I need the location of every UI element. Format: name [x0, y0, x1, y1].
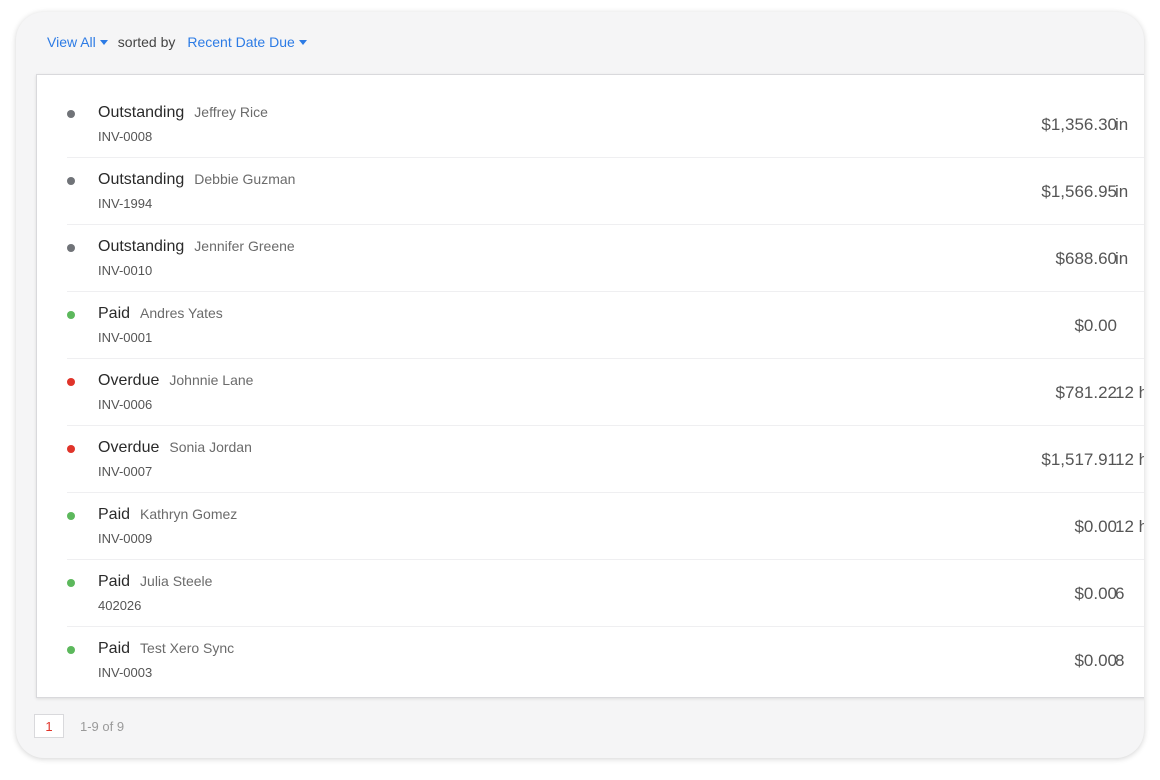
invoice-status: Overdue Sonia Jordan [98, 439, 252, 457]
invoice-due: 6 [1115, 584, 1125, 603]
status-dot-icon [67, 244, 75, 252]
status-dot-icon [67, 378, 75, 386]
invoice-status-label: Overdue [98, 372, 160, 389]
invoice-amount: $688.60 [1055, 249, 1117, 268]
invoice-number: INV-0008 [98, 129, 153, 144]
invoice-row[interactable]: Outstanding Jennifer Greene INV-0010 $688.6… [67, 225, 1144, 292]
invoice-amount: $1,356.30 [1041, 115, 1117, 134]
invoice-amount: $0.00 [1074, 517, 1117, 536]
pagination-range: 1-9 of 9 [80, 718, 125, 734]
app-frame: View All sorted by Recent Date Due Outst… [16, 12, 1144, 758]
invoice-number: INV-0009 [98, 531, 153, 546]
invoice-list-card: Outstanding Jeffrey Rice INV-0008 $1,356.30… [36, 74, 1144, 698]
invoice-status-label: Paid [98, 640, 131, 657]
pagination: 1 1-9 of 9 [34, 714, 124, 738]
status-dot-icon [67, 646, 75, 654]
invoice-status-label: Outstanding [98, 238, 185, 255]
invoice-amount: $1,566.95 [1041, 182, 1117, 201]
view-filter-label: View All [47, 34, 96, 50]
invoice-status: Paid Test Xero Sync [98, 640, 234, 658]
invoice-customer-name: Andres Yates [140, 305, 223, 321]
invoice-due: 12 h [1115, 450, 1144, 469]
invoice-status: Outstanding Jennifer Greene [98, 238, 295, 256]
invoice-status: Paid Andres Yates [98, 305, 223, 323]
invoice-due: in [1115, 249, 1129, 268]
invoice-due: in [1115, 115, 1129, 134]
status-dot-icon [67, 311, 75, 319]
invoice-status-label: Outstanding [98, 171, 185, 188]
invoice-number: 402026 [98, 598, 142, 613]
invoice-number: INV-0007 [98, 464, 153, 479]
invoice-customer-name: Debbie Guzman [194, 171, 296, 187]
invoice-row[interactable]: Outstanding Jeffrey Rice INV-0008 $1,356.30… [67, 91, 1144, 158]
invoice-status: Overdue Johnnie Lane [98, 372, 253, 390]
invoice-amount: $0.00 [1074, 584, 1117, 603]
invoice-row[interactable]: Paid Kathryn Gomez INV-0009 $0.00 12 h [67, 493, 1144, 560]
invoice-due: 12 h [1115, 517, 1144, 536]
invoice-row[interactable]: Overdue Johnnie Lane INV-0006 $781.22 12 h [67, 359, 1144, 426]
invoice-amount: $1,517.91 [1041, 450, 1117, 469]
invoice-row[interactable]: Paid Test Xero Sync INV-0003 $0.00 8 [67, 627, 1144, 693]
invoice-due: in [1115, 182, 1129, 201]
status-dot-icon [67, 512, 75, 520]
status-dot-icon [67, 445, 75, 453]
invoice-customer-name: Jeffrey Rice [194, 104, 268, 120]
invoice-status-label: Overdue [98, 439, 160, 456]
invoice-row[interactable]: Outstanding Debbie Guzman INV-1994 $1,566.9… [67, 158, 1144, 225]
invoice-amount: $781.22 [1055, 383, 1117, 402]
invoice-number: INV-1994 [98, 196, 153, 211]
invoice-customer-name: Julia Steele [140, 573, 213, 589]
invoice-number: INV-0006 [98, 397, 153, 412]
status-dot-icon [67, 177, 75, 185]
sort-dropdown[interactable]: Recent Date Due [187, 34, 307, 50]
caret-down-icon [298, 40, 307, 45]
caret-down-icon [99, 40, 108, 45]
invoice-status: Paid Kathryn Gomez [98, 506, 237, 524]
invoice-amount: $0.00 [1074, 651, 1117, 670]
invoice-status-label: Paid [98, 506, 131, 523]
invoice-customer-name: Johnnie Lane [169, 372, 254, 388]
invoice-status-label: Paid [98, 573, 131, 590]
invoice-number: INV-0001 [98, 330, 153, 345]
invoice-status-label: Outstanding [98, 104, 185, 121]
invoice-customer-name: Kathryn Gomez [140, 506, 238, 522]
invoice-list: Outstanding Jeffrey Rice INV-0008 $1,356.30… [37, 91, 1144, 693]
invoice-number: INV-0003 [98, 665, 153, 680]
invoice-status: Paid Julia Steele [98, 573, 212, 591]
page-button-current[interactable]: 1 [34, 714, 64, 738]
invoice-status: Outstanding Jeffrey Rice [98, 104, 268, 122]
invoice-row[interactable]: Overdue Sonia Jordan INV-0007 $1,517.91 12 h [67, 426, 1144, 493]
invoice-status-label: Paid [98, 305, 131, 322]
invoice-amount: $0.00 [1074, 316, 1117, 335]
invoice-number: INV-0010 [98, 263, 153, 278]
invoice-customer-name: Jennifer Greene [194, 238, 295, 254]
filter-bar: View All sorted by Recent Date Due [47, 34, 307, 50]
invoice-row[interactable]: Paid Andres Yates INV-0001 $0.00 [67, 292, 1144, 359]
status-dot-icon [67, 579, 75, 587]
view-filter-dropdown[interactable]: View All [47, 34, 108, 50]
invoice-customer-name: Sonia Jordan [169, 439, 252, 455]
status-dot-icon [67, 110, 75, 118]
invoice-status: Outstanding Debbie Guzman [98, 171, 295, 189]
sorted-by-label: sorted by [117, 34, 176, 50]
sort-label: Recent Date Due [187, 34, 295, 50]
invoice-customer-name: Test Xero Sync [140, 640, 235, 656]
invoice-due: 12 h [1115, 383, 1144, 402]
invoice-due: 8 [1115, 651, 1125, 670]
invoice-row[interactable]: Paid Julia Steele 402026 $0.00 6 [67, 560, 1144, 627]
